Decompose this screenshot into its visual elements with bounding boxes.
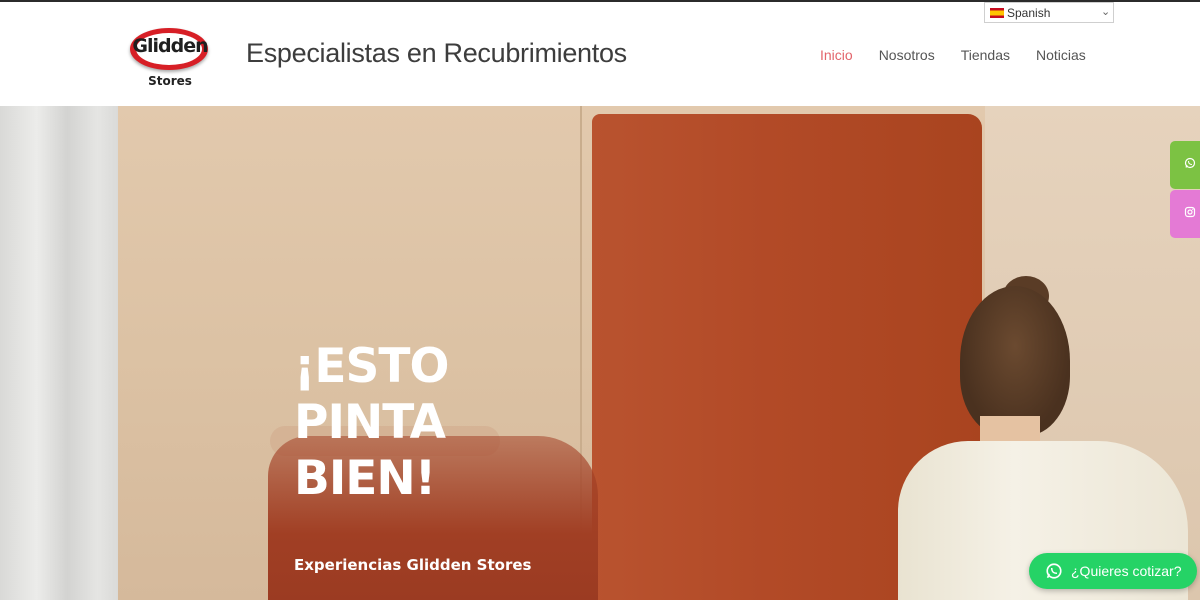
hero-subtitle: Experiencias Glidden Stores (294, 556, 532, 574)
hero-headline: ¡ESTO PINTA BIEN! (294, 339, 594, 507)
nav-item-nosotros[interactable]: Nosotros (879, 47, 935, 63)
hero-curtain (0, 106, 122, 600)
whatsapp-side-button[interactable] (1170, 141, 1200, 189)
hero-headline-line: PINTA (294, 395, 446, 450)
instagram-icon (1184, 206, 1196, 218)
glidden-stores-logo[interactable]: Glidden Stores (128, 26, 212, 90)
site-header: Glidden Stores Especialistas en Recubrim… (0, 2, 1200, 106)
language-label: Spanish (1007, 6, 1051, 20)
whatsapp-icon (1046, 563, 1062, 579)
whatsapp-icon (1184, 157, 1196, 169)
instagram-side-button[interactable] (1170, 190, 1200, 238)
quote-whatsapp-button[interactable]: ¿Quieres cotizar? (1029, 553, 1197, 589)
hero-headline-line: BIEN! (294, 451, 436, 506)
quote-button-label: ¿Quieres cotizar? (1071, 563, 1182, 579)
language-select[interactable]: Spanish ⌄ (984, 2, 1114, 23)
site-tagline: Especialistas en Recubrimientos (246, 38, 627, 68)
hero-headline-line: ¡ESTO (294, 339, 449, 394)
nav-item-tiendas[interactable]: Tiendas (961, 47, 1010, 63)
main-nav: Inicio Nosotros Tiendas Noticias (820, 47, 1112, 63)
logo-wordmark: Glidden (132, 35, 208, 57)
logo-subtitle: Stores (148, 74, 192, 88)
hero-person-image (880, 276, 1200, 600)
spain-flag-icon (990, 8, 1004, 18)
hero-banner: ¡ESTO PINTA BIEN! Experiencias Glidden S… (0, 106, 1200, 600)
nav-item-noticias[interactable]: Noticias (1036, 47, 1086, 63)
nav-item-inicio[interactable]: Inicio (820, 47, 853, 63)
chevron-down-icon: ⌄ (1101, 6, 1111, 18)
